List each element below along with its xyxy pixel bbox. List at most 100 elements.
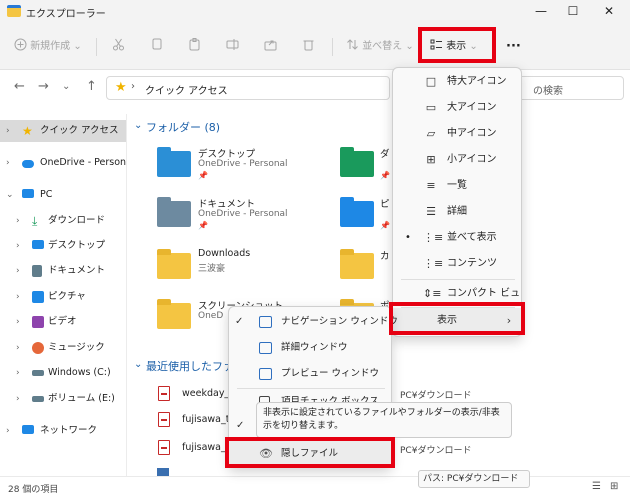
menu-item-small-icons[interactable]: ⊞ 小アイコン: [393, 147, 523, 173]
toolbar-divider: [332, 38, 333, 56]
chevron-right-icon[interactable]: ›: [16, 311, 20, 333]
pin-icon: 📌: [380, 171, 390, 180]
pane-divider[interactable]: [126, 114, 127, 476]
pin-icon: 📌: [380, 221, 390, 230]
submenu-item-navigation-pane[interactable]: ✓ ナビゲーション ウィンドウ: [229, 309, 398, 335]
sort-button[interactable]: 並べ替え ⌄: [346, 38, 414, 56]
chevron-right-icon[interactable]: ›: [16, 388, 20, 410]
back-arrow-icon[interactable]: ←: [14, 79, 25, 94]
collapse-chevron-icon[interactable]: ⌄: [134, 120, 142, 131]
chevron-right-icon[interactable]: ›: [6, 420, 10, 442]
sidebar-item-label: Windows (C:): [48, 367, 111, 378]
folder-name: デスクトップ: [198, 149, 256, 160]
sidebar-item-quick-access[interactable]: › ★ クイック アクセス: [0, 120, 126, 142]
copy-button[interactable]: [150, 38, 163, 56]
details-icon: ☰: [426, 205, 436, 218]
pictures-folder-icon: [340, 197, 374, 227]
sidebar-item-desktop[interactable]: › デスクトップ: [0, 235, 126, 257]
documents-folder-icon: [157, 197, 191, 227]
sidebar-item-videos[interactable]: › ビデオ: [0, 311, 126, 333]
menu-item-extra-large-icons[interactable]: □ 特大アイコン: [393, 69, 523, 95]
menu-item-compact-view[interactable]: ⇕≡ コンパクト ビュー: [393, 281, 523, 325]
collapse-chevron-icon[interactable]: ⌄: [134, 359, 142, 370]
chevron-right-icon[interactable]: ›: [16, 260, 20, 282]
recent-group-header[interactable]: 最近使用したファ: [146, 358, 234, 374]
rename-button[interactable]: [226, 38, 239, 56]
status-bar: 28 個の項目 ☰ ⊞: [0, 476, 630, 497]
pdf-file-icon: [158, 412, 170, 427]
paste-button[interactable]: [188, 38, 201, 56]
sidebar-item-onedrive[interactable]: › OneDrive - Personal: [0, 152, 126, 174]
paste-icon: [188, 38, 201, 51]
sidebar-item-pc[interactable]: ⌄ PC: [0, 184, 126, 206]
menu-item-content[interactable]: ⋮≡ コンテンツ: [393, 251, 523, 277]
folder-name: Downloads: [198, 248, 251, 259]
menu-item-medium-icons[interactable]: ▱ 中アイコン: [393, 121, 523, 147]
chevron-right-icon[interactable]: ›: [16, 362, 20, 384]
sidebar-item-label: ネットワーク: [40, 425, 98, 436]
recent-locations-chevron-icon[interactable]: ⌄: [62, 81, 70, 92]
chevron-down-icon: ⌄: [469, 41, 478, 52]
submenu-item-preview-pane[interactable]: プレビュー ウィンドウ: [229, 361, 393, 387]
menu-item-list[interactable]: ≡ 一覧: [393, 173, 523, 199]
menu-divider: [401, 279, 515, 280]
sidebar-item-drive-c[interactable]: › Windows (C:): [0, 362, 126, 384]
submenu-item-details-pane[interactable]: 詳細ウィンドウ: [229, 335, 393, 361]
toolbar-divider: [96, 38, 97, 56]
minimize-button[interactable]: —: [526, 2, 556, 20]
hidden-files-tooltip: 非表示に設定されているファイルやフォルダーの表示/非表示を切り替えます。: [256, 402, 512, 438]
recent-file-name: weekday_c: [182, 388, 235, 399]
menu-item-large-icons[interactable]: ▭ 大アイコン: [393, 95, 523, 121]
chevron-right-icon[interactable]: ›: [6, 152, 10, 174]
more-options-button[interactable]: ···: [506, 38, 521, 56]
menu-item-label: 中アイコン: [447, 128, 497, 139]
menu-item-label: 一覧: [447, 180, 467, 191]
new-button[interactable]: 新規作成 ⌄: [14, 38, 82, 56]
navigation-pane-icon: [259, 316, 272, 328]
folder-location: OneD: [198, 311, 224, 321]
submenu-item-hidden-items[interactable]: 👁 隠しファイル: [229, 441, 393, 467]
chevron-right-icon[interactable]: ›: [6, 120, 10, 142]
trash-icon: [302, 38, 315, 51]
share-button[interactable]: [264, 38, 277, 56]
close-button[interactable]: ✕: [594, 2, 624, 20]
sidebar-item-documents[interactable]: › ドキュメント: [0, 260, 126, 282]
sidebar-item-music[interactable]: › ミュージック: [0, 337, 126, 359]
delete-button[interactable]: [302, 38, 315, 56]
up-arrow-icon[interactable]: ↑: [86, 79, 97, 94]
chevron-right-icon[interactable]: ›: [16, 235, 20, 257]
cut-button[interactable]: [112, 38, 125, 56]
menu-item-details[interactable]: ☰ 詳細: [393, 199, 523, 225]
desktop-folder-icon: [157, 147, 191, 177]
menu-item-show[interactable]: 表示 ›: [393, 308, 523, 334]
sort-button-label: 並べ替え: [362, 41, 403, 52]
copy-icon: [150, 38, 163, 51]
chevron-down-icon[interactable]: ⌄: [6, 184, 14, 206]
sidebar-item-network[interactable]: › ネットワーク: [0, 420, 126, 442]
menu-item-tiles[interactable]: • ⋮≡ 並べて表示: [393, 225, 523, 251]
sidebar-item-pictures[interactable]: › ピクチャ: [0, 286, 126, 308]
view-button[interactable]: 表示 ⌄: [430, 38, 478, 56]
folder-name: カ: [380, 251, 390, 262]
tiles-view-icon[interactable]: ⊞: [610, 481, 618, 492]
folder-icon: [157, 249, 191, 279]
pin-icon: 📌: [198, 171, 208, 180]
maximize-button[interactable]: ☐: [558, 2, 588, 20]
sidebar-item-drive-e[interactable]: › ボリューム (E:): [0, 388, 126, 410]
details-view-icon[interactable]: ☰: [592, 481, 601, 492]
new-plus-icon: [14, 38, 27, 51]
folders-group-header[interactable]: フォルダー (8): [146, 119, 220, 135]
sidebar-item-label: OneDrive - Personal: [40, 157, 126, 168]
chevron-right-icon[interactable]: ›: [16, 210, 20, 232]
sidebar-item-downloads[interactable]: › ⤓ ダウンロード: [0, 210, 126, 232]
title-bar: エクスプローラー — ☐ ✕: [0, 0, 630, 24]
address-bar[interactable]: ★ › クイック アクセス: [106, 76, 390, 100]
chevron-right-icon[interactable]: ›: [16, 286, 20, 308]
chevron-down-icon: ⌄: [73, 41, 82, 52]
recent-file-path: PC¥ダウンロード: [400, 391, 472, 401]
chevron-right-icon[interactable]: ›: [16, 337, 20, 359]
submenu-item-label: 隠しファイル: [281, 448, 339, 459]
forward-arrow-icon[interactable]: →: [38, 79, 49, 94]
sidebar-item-label: PC: [40, 189, 53, 200]
medium-icon-icon: ▱: [426, 127, 436, 140]
